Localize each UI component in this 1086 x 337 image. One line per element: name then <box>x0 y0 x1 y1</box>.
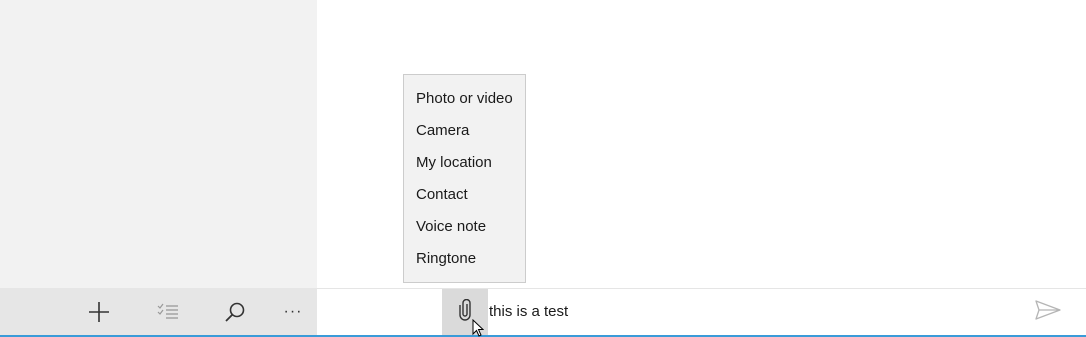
select-list-icon <box>157 303 179 321</box>
attach-menu: Photo or video Camera My location Contac… <box>403 74 526 283</box>
search-icon <box>224 301 246 323</box>
app-window: ··· this is a test Photo or video Camera… <box>0 0 1086 337</box>
conversation-list-pane <box>0 0 317 288</box>
send-button[interactable] <box>1030 296 1066 328</box>
menu-item-contact[interactable]: Contact <box>404 179 525 211</box>
menu-item-camera[interactable]: Camera <box>404 115 525 147</box>
message-input[interactable]: this is a test <box>489 302 568 322</box>
plus-icon <box>88 301 110 323</box>
menu-item-my-location[interactable]: My location <box>404 147 525 179</box>
more-button[interactable]: ··· <box>269 288 317 336</box>
bottom-toolbar: ··· <box>0 288 317 336</box>
select-button[interactable] <box>144 288 192 336</box>
new-conversation-button[interactable] <box>75 288 123 336</box>
compose-bar <box>317 289 1086 336</box>
menu-item-ringtone[interactable]: Ringtone <box>404 243 525 275</box>
more-icon: ··· <box>283 303 303 320</box>
menu-item-photo-or-video[interactable]: Photo or video <box>404 83 525 115</box>
send-icon <box>1035 299 1061 325</box>
mouse-cursor-icon <box>472 318 485 337</box>
menu-item-voice-note[interactable]: Voice note <box>404 211 525 243</box>
search-button[interactable] <box>211 288 259 336</box>
paperclip-icon <box>458 298 472 326</box>
